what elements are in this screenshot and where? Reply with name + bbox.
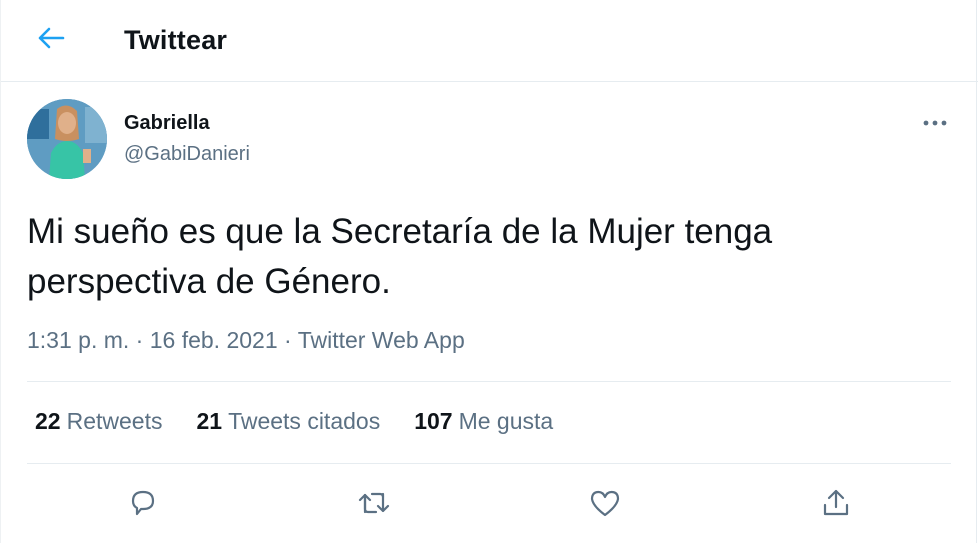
retweet-icon [356,487,392,524]
reply-button[interactable] [121,483,165,527]
likes-label: Me gusta [458,408,554,434]
more-dots-icon [922,114,948,132]
back-button[interactable] [29,22,73,58]
tweet-text-line: Mi sueño es que la Secretaría de la Muje… [27,212,773,251]
more-options-button[interactable] [917,108,953,138]
tweet-metadata: 1:31 p. m. · 16 feb. 2021 · Twitter Web … [27,327,465,354]
meta-separator: · [284,327,292,353]
likes-stat[interactable]: 107 Me gusta [414,408,553,435]
author-name[interactable]: Gabriella [124,112,210,135]
likes-count: 107 [414,408,453,434]
tweet-source-link[interactable]: Twitter Web App [298,327,465,353]
page-header: Twittear [1,0,978,82]
tweet-detail-panel: Twittear Gabriella @GabiDanieri Mi sueño… [0,0,978,543]
like-button[interactable] [583,483,627,527]
avatar-image [27,99,107,179]
retweets-count: 22 [35,408,61,434]
avatar[interactable] [27,99,107,179]
quotes-stat[interactable]: 21 Tweets citados [196,408,380,435]
retweets-label: Retweets [66,408,163,434]
meta-separator: · [135,327,144,353]
tweet-time-link[interactable]: 1:31 p. m. · 16 feb. 2021 [27,327,278,353]
share-button[interactable] [814,483,858,527]
page-title: Twittear [124,25,228,55]
author-handle[interactable]: @GabiDanieri [124,143,250,166]
quotes-count: 21 [196,408,223,434]
heart-icon [589,488,621,523]
share-icon [820,487,852,524]
retweets-stat[interactable]: 22 Retweets [35,408,162,435]
reply-icon [127,487,159,524]
back-arrow-icon [37,26,65,55]
tweet-text-line: perspectiva de Género. [27,262,391,301]
retweet-button[interactable] [352,483,396,527]
engagement-stats: 22 Retweets 21 Tweets citados 107 Me gusta [35,408,553,435]
quotes-label: Tweets citados [228,408,381,434]
divider [27,381,951,382]
divider [27,463,951,464]
tweet-text: Mi sueño es que la Secretaría de la Muje… [27,207,927,307]
tweet-date: 16 feb. 2021 [149,327,278,353]
tweet-time: 1:31 p. m. [27,327,130,353]
